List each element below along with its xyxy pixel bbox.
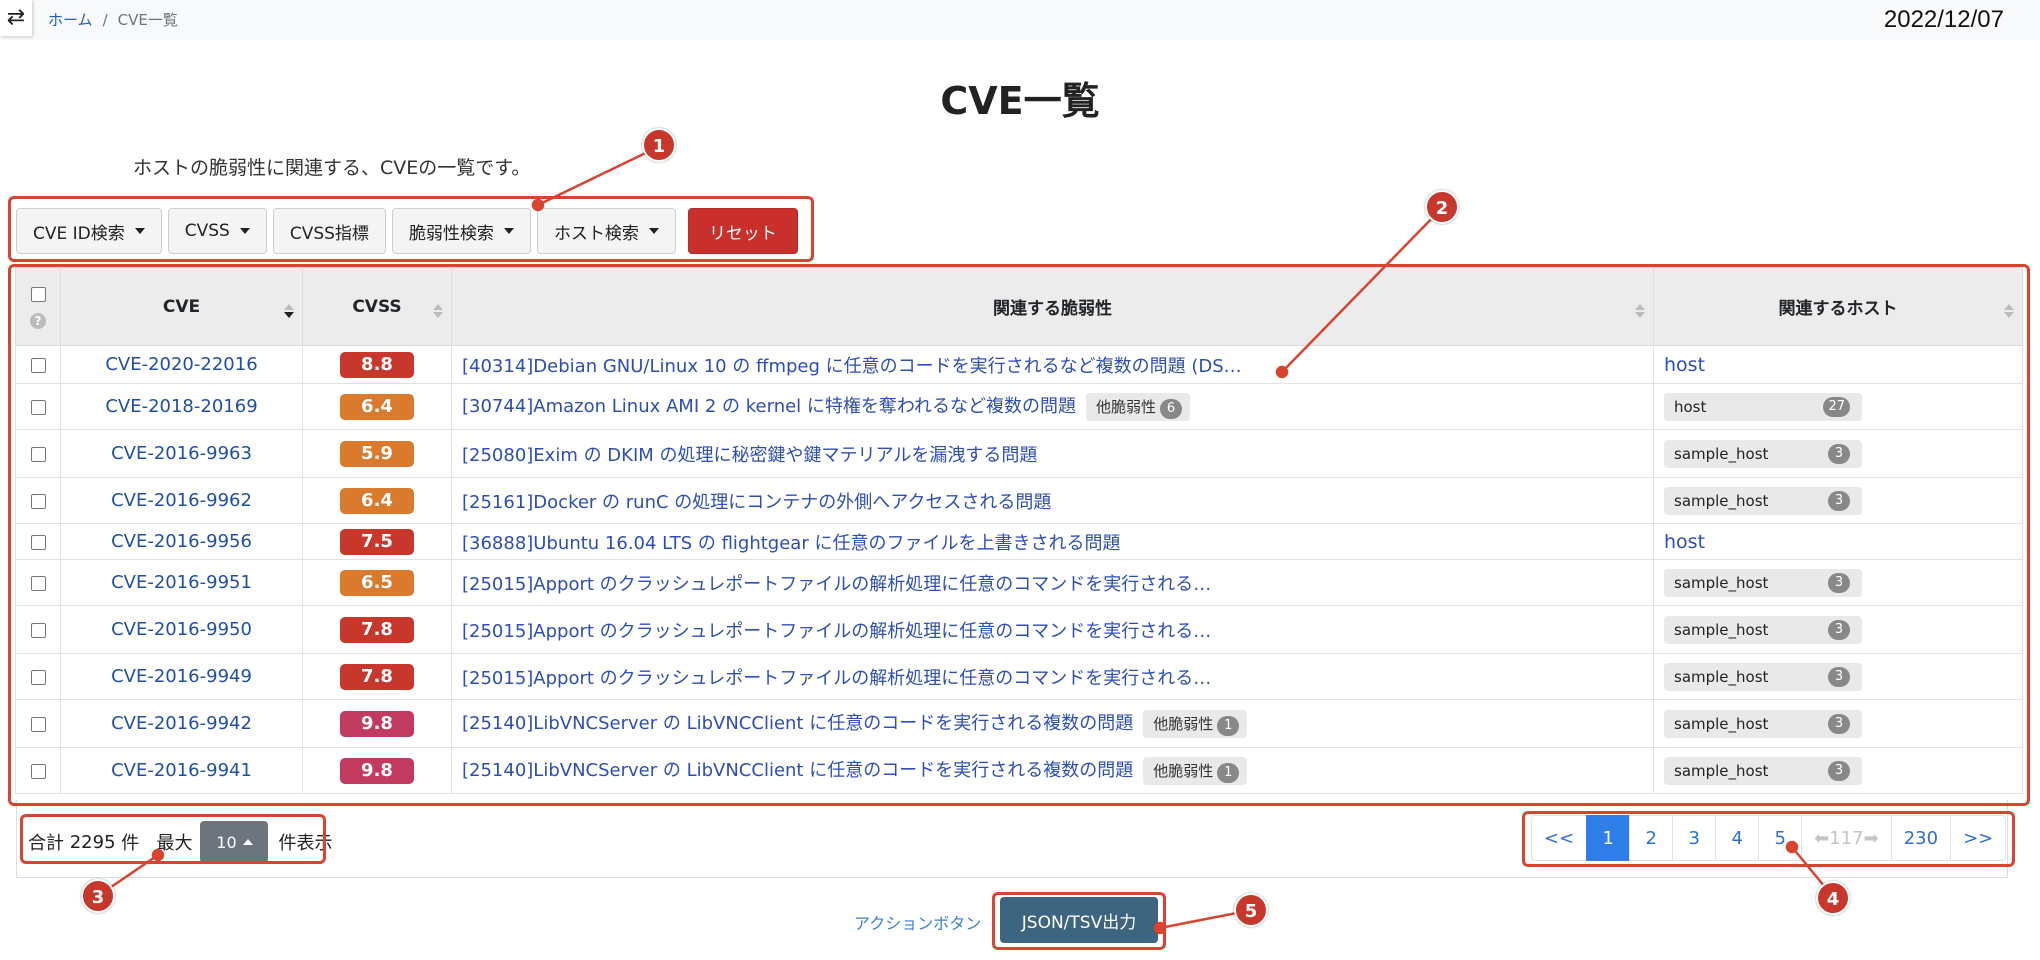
- action-buttons-label: アクションボタン: [854, 914, 982, 933]
- page-subtitle: ホストの脆弱性に関連する、CVEの一覧です。: [133, 157, 531, 179]
- annotation-box-export: [992, 892, 1166, 950]
- annotation-box-table: [8, 264, 2030, 806]
- breadcrumb-home-link[interactable]: ホーム: [48, 11, 93, 29]
- annotation-marker-3: 3: [81, 879, 115, 913]
- top-bar: ⇄ ホーム / CVE一覧 2022/12/07: [0, 0, 2040, 40]
- annotation-box-pagination: [1522, 811, 2015, 867]
- annotation-marker-1: 1: [642, 128, 676, 162]
- annotation-marker-4: 4: [1816, 881, 1850, 915]
- annotation-box-total: [20, 814, 326, 864]
- breadcrumb-current: CVE一覧: [117, 11, 178, 29]
- annotation-marker-5: 5: [1234, 893, 1268, 927]
- annotation-marker-2: 2: [1425, 190, 1459, 224]
- annotation-box-filters: [8, 196, 814, 262]
- current-date: 2022/12/07: [1883, 6, 2004, 33]
- sidebar-toggle-icon[interactable]: ⇄: [0, 0, 32, 36]
- breadcrumb-separator: /: [102, 11, 108, 29]
- breadcrumb: ホーム / CVE一覧: [48, 9, 178, 30]
- page-title: CVE一覧: [940, 79, 1100, 123]
